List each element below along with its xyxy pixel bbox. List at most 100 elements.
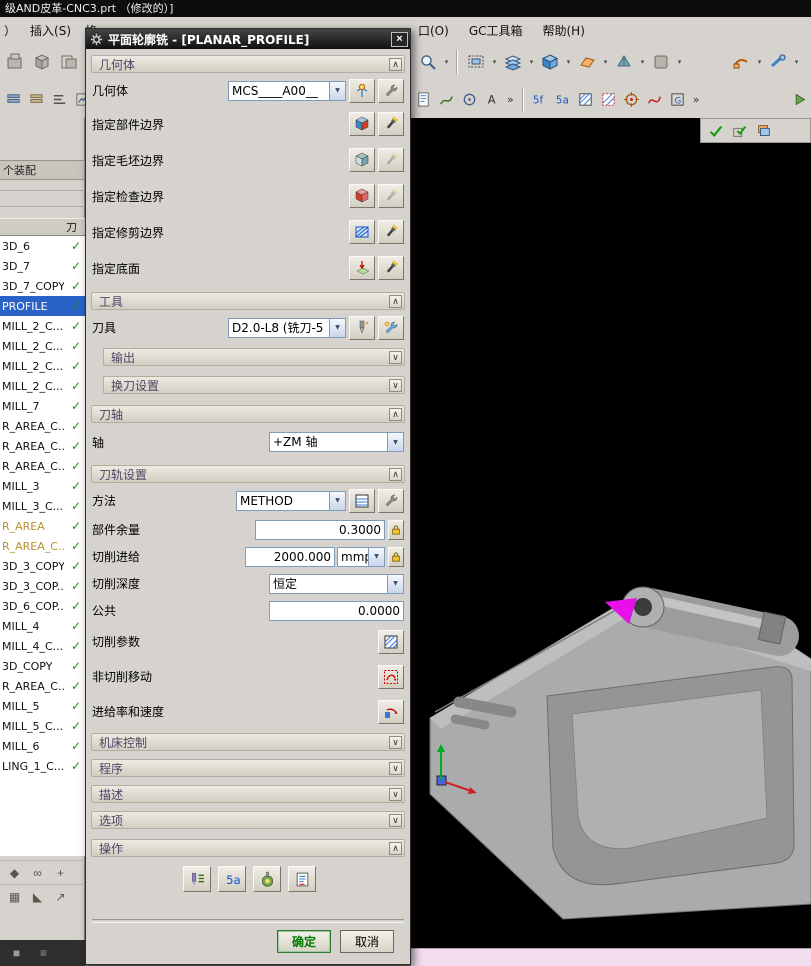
feed-unit-dropdown[interactable]: mmpm	[337, 546, 385, 567]
tree-item[interactable]: MILL_7	[0, 396, 85, 416]
display-part-boundary-button[interactable]	[378, 112, 404, 136]
select-trim-boundary-button[interactable]	[349, 220, 375, 244]
hatch-b-icon-button[interactable]	[598, 89, 620, 111]
dropdown-arrow-icon[interactable]	[387, 574, 403, 593]
verify-toolpath-button[interactable]	[253, 866, 281, 892]
dropdown-caret-icon[interactable]	[675, 58, 684, 66]
link-icon[interactable]: ∞	[29, 864, 46, 881]
snap-point-icon[interactable]: ◆	[6, 864, 23, 881]
hatch-a-icon-button[interactable]	[575, 89, 597, 111]
tree-item[interactable]: MILL_6	[0, 736, 85, 756]
grid-icon[interactable]: ▦	[6, 888, 23, 905]
dropdown-caret-icon[interactable]	[564, 58, 573, 66]
axis-dropdown[interactable]: +ZM 轴	[269, 432, 404, 452]
subgroup-tool-change[interactable]: 换刀设置	[103, 376, 405, 394]
generate-toolpath-button[interactable]	[183, 866, 211, 892]
expand-chevron-icon[interactable]	[389, 378, 402, 392]
clip-tool-icon-button[interactable]	[728, 49, 754, 75]
tree-item[interactable]: MILL_2_C...	[0, 316, 85, 336]
dropdown-arrow-icon[interactable]	[329, 318, 345, 337]
tree-item[interactable]: MILL_2_C...	[0, 356, 85, 376]
collapse-chevron-icon[interactable]	[389, 841, 402, 855]
group-header-geometry[interactable]: 几何体	[91, 55, 405, 73]
dropdown-caret-icon[interactable]	[527, 58, 536, 66]
group-header-program[interactable]: 程序	[91, 759, 405, 777]
add-icon[interactable]: +	[52, 864, 69, 881]
show-toolpath-icon-button[interactable]: 5f	[529, 89, 551, 111]
panel-icon[interactable]: ■	[8, 945, 25, 962]
dropdown-caret-icon[interactable]	[638, 58, 647, 66]
tree-item[interactable]: 3D_3_COPY	[0, 556, 85, 576]
tree-item[interactable]: R_AREA_C...	[0, 436, 85, 456]
group-header-actions[interactable]: 操作	[91, 839, 405, 857]
tree-item[interactable]: R_AREA	[0, 516, 85, 536]
tree-item[interactable]: MILL_4	[0, 616, 85, 636]
dialog-titlebar[interactable]: 平面轮廓铣 - [PLANAR_PROFILE]	[86, 29, 410, 49]
background-icon-button[interactable]	[648, 49, 674, 75]
cad-toolbar-icon-a[interactable]	[2, 49, 28, 75]
zoom-icon-button[interactable]	[415, 49, 441, 75]
tree-item[interactable]: R_AREA_C...	[0, 456, 85, 476]
display-blank-boundary-button[interactable]	[378, 148, 404, 172]
edit-geometry-button[interactable]	[378, 78, 404, 103]
layer-stack-icon-button[interactable]	[753, 120, 775, 142]
edit-method-button[interactable]	[378, 488, 404, 513]
expand-chevron-icon[interactable]	[389, 813, 402, 827]
lock-icon[interactable]	[388, 546, 404, 567]
replay-toolpath-icon-button[interactable]: 5a	[552, 89, 574, 111]
menu-item[interactable]: GC工具箱	[469, 22, 523, 39]
toolbar-overflow-icon[interactable]	[504, 93, 517, 106]
new-tool-button[interactable]	[349, 315, 375, 340]
menu-item[interactable]: 帮助(H)	[543, 22, 585, 39]
common-depth-input[interactable]	[269, 600, 404, 621]
dropdown-caret-icon[interactable]	[601, 58, 610, 66]
list-toolpath-button[interactable]	[288, 866, 316, 892]
mcs-dropdown[interactable]: MCS____A00__	[228, 80, 346, 101]
feeds-speeds-button[interactable]	[378, 699, 404, 724]
collapse-chevron-icon[interactable]	[389, 294, 402, 308]
group-header-tool[interactable]: 工具	[91, 292, 405, 310]
accept-check-icon-button[interactable]	[705, 120, 727, 142]
tree-item[interactable]: R_AREA_C...	[0, 676, 85, 696]
tree-item[interactable]: 3D_COPY	[0, 656, 85, 676]
tree-item[interactable]: R_AREA_C...	[0, 536, 85, 556]
tree-item[interactable]: 3D_7	[0, 256, 85, 276]
pipe-tool-icon-button[interactable]	[765, 49, 791, 75]
menu-item[interactable]: 插入(S)	[30, 22, 71, 39]
select-part-boundary-button[interactable]	[349, 112, 375, 136]
dropdown-caret-icon[interactable]	[755, 58, 764, 66]
collapse-chevron-icon[interactable]	[389, 407, 402, 421]
menu-item[interactable]: ）	[4, 22, 16, 39]
toolbar-overflow-icon[interactable]	[690, 93, 703, 106]
tree-item[interactable]: MILL_5_C...	[0, 716, 85, 736]
tree-item[interactable]: MILL_4_C...	[0, 636, 85, 656]
non-cutting-moves-button[interactable]	[378, 664, 404, 689]
expand-chevron-icon[interactable]	[389, 350, 402, 364]
lock-icon[interactable]	[388, 519, 404, 540]
corner-icon[interactable]: ◣	[29, 888, 46, 905]
collapse-chevron-icon[interactable]	[389, 467, 402, 481]
cut-feed-input[interactable]	[245, 546, 335, 567]
navigator-tab[interactable]: 个装配	[0, 160, 85, 180]
arrow-icon[interactable]: ↗	[52, 888, 69, 905]
replay-toolpath-button[interactable]: 5a	[218, 866, 246, 892]
cutting-params-button[interactable]	[378, 629, 404, 654]
dropdown-arrow-icon[interactable]	[329, 491, 345, 510]
select-floor-button[interactable]	[349, 256, 375, 280]
profile-curve-icon-button[interactable]	[435, 89, 457, 111]
tree-item[interactable]: MILL_2_C...	[0, 336, 85, 356]
cad-toolbar-icon-e[interactable]	[2, 89, 24, 111]
window-titlebar[interactable]: 级AND皮革-CNC3.prt （修改的）]	[0, 0, 811, 17]
part-stock-input[interactable]	[255, 519, 385, 540]
tree-item[interactable]: 3D_3_COP...	[0, 576, 85, 596]
cad-toolbar-icon-f[interactable]	[25, 89, 47, 111]
subgroup-output[interactable]: 输出	[103, 348, 405, 366]
tree-item[interactable]: MILL_2_C...	[0, 376, 85, 396]
dropdown-arrow-icon[interactable]	[329, 81, 345, 100]
group-header-path-settings[interactable]: 刀轨设置	[91, 465, 405, 483]
view-orient-icon-button[interactable]	[611, 49, 637, 75]
cad-toolbar-icon-g[interactable]	[48, 89, 70, 111]
tree-item[interactable]: MILL_5	[0, 696, 85, 716]
section-view-icon-button[interactable]	[463, 49, 489, 75]
ok-button[interactable]: 确定	[277, 929, 331, 953]
